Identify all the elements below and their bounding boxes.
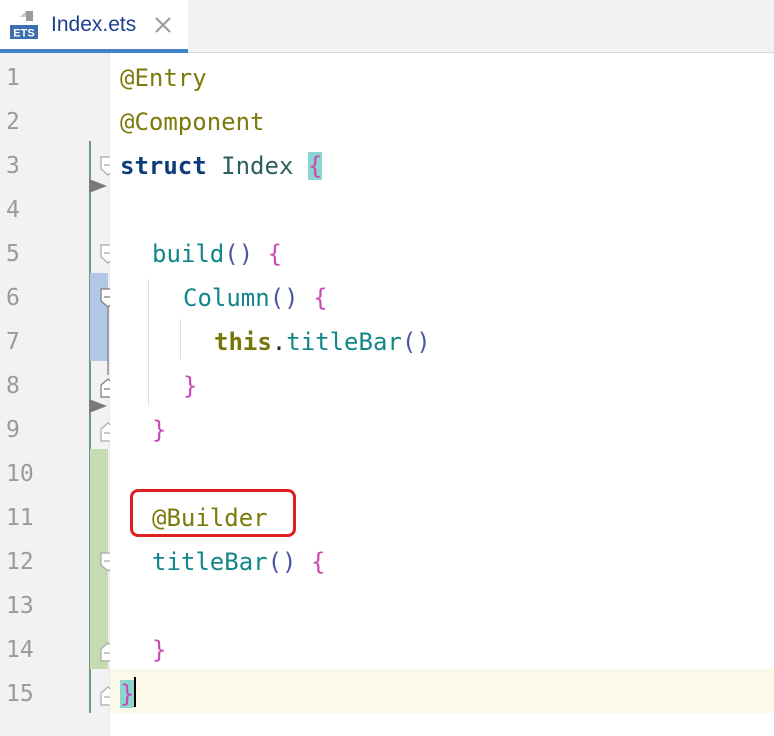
parens: ()	[267, 548, 297, 576]
code-line-3: struct Index {	[120, 144, 323, 188]
keyword-struct: struct	[120, 152, 207, 180]
tab-index-ets[interactable]: ETS Index.ets	[0, 0, 188, 53]
dot: .	[271, 328, 287, 356]
code-line-15: }	[120, 672, 135, 716]
fold-collapse-icon[interactable]	[100, 552, 110, 572]
parens: ()	[224, 240, 254, 268]
indent-guide	[148, 279, 149, 405]
brace: {	[267, 240, 283, 268]
parens: ()	[269, 284, 299, 312]
code-line-6: Column() {	[183, 276, 328, 320]
brace: {	[310, 548, 326, 576]
brace: {	[313, 284, 328, 312]
code-line-7: this.titleBar()	[214, 320, 431, 364]
code-editor[interactable]: 1 2 3 4 5 6 7 8 9 10 11 12 13 14 15 @Ent…	[0, 53, 774, 736]
fold-end-icon[interactable]	[100, 422, 110, 442]
function-name: titleBar	[152, 548, 268, 576]
current-line-highlight	[110, 669, 774, 713]
bookmark-arrow-icon	[89, 399, 107, 413]
parens: ()	[401, 328, 431, 356]
brace: }	[183, 372, 198, 400]
function-name: Column	[183, 284, 270, 312]
function-name: titleBar	[286, 328, 402, 356]
fold-end-icon[interactable]	[100, 642, 110, 662]
fold-end-icon[interactable]	[100, 686, 110, 706]
annotation-highlight-box	[130, 489, 296, 537]
editor-tab-bar: ETS Index.ets	[0, 0, 774, 53]
file-icon-text: ETS	[13, 28, 34, 40]
matched-brace: }	[120, 680, 135, 708]
bookmark-arrow-icon	[89, 179, 107, 193]
text-caret	[134, 677, 136, 707]
brace: }	[152, 416, 167, 444]
annotation-component: @Component	[120, 108, 265, 136]
fold-collapse-icon[interactable]	[100, 156, 110, 176]
code-line-12: titleBar() {	[152, 540, 325, 584]
annotation-entry: @Entry	[120, 64, 207, 92]
keyword-this: this	[214, 328, 272, 356]
indent-guide	[180, 319, 181, 359]
fold-collapse-icon[interactable]	[100, 288, 110, 308]
struct-name: Index	[221, 152, 294, 180]
code-line-5: build() {	[152, 232, 282, 276]
brace: }	[152, 636, 167, 664]
code-line-9: }	[152, 408, 166, 452]
fold-collapse-icon[interactable]	[100, 244, 110, 264]
code-line-14: }	[152, 628, 166, 672]
tab-filename: Index.ets	[51, 13, 137, 36]
matched-brace: {	[307, 152, 323, 180]
close-icon[interactable]	[152, 14, 174, 36]
code-line-1: @Entry	[120, 56, 207, 100]
gutter-markers	[89, 156, 110, 706]
fold-end-icon[interactable]	[100, 378, 110, 398]
ets-file-icon: ETS	[10, 11, 38, 40]
function-name: build	[152, 240, 225, 268]
code-line-2: @Component	[120, 100, 265, 144]
code-line-8: }	[183, 364, 197, 408]
